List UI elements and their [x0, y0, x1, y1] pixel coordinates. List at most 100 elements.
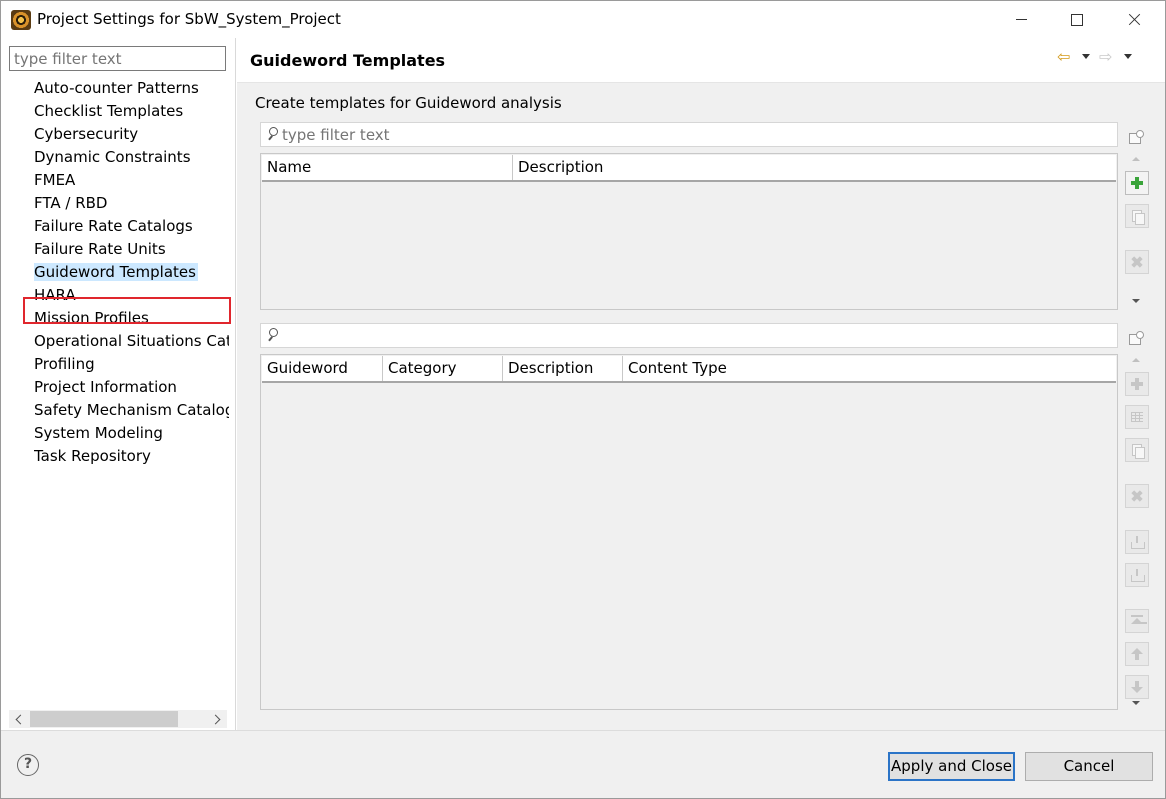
toolbar-scroll-up-icon[interactable]: [1132, 358, 1140, 362]
help-icon[interactable]: ?: [17, 754, 39, 776]
tree-item-task-repository[interactable]: Task Repository: [34, 445, 229, 467]
tree-item-dynamic-constraints[interactable]: Dynamic Constraints: [34, 146, 229, 168]
tree-item-label: Failure Rate Catalogs: [34, 217, 193, 235]
export-icon: [1131, 569, 1145, 582]
column-header-name[interactable]: Name: [262, 155, 513, 180]
tree-item-auto-counter-patterns[interactable]: Auto-counter Patterns: [34, 77, 229, 99]
import-icon: [1131, 536, 1145, 549]
tree-item-label: System Modeling: [34, 424, 163, 442]
add-multiple-guidewords-button[interactable]: [1125, 405, 1149, 429]
forward-dropdown-icon[interactable]: [1124, 54, 1132, 59]
window-title: Project Settings for SbW_System_Project: [37, 10, 341, 28]
column-header-content-type[interactable]: Content Type: [623, 356, 1116, 381]
tree-item-label: Profiling: [34, 355, 95, 373]
customize-table-icon[interactable]: [1128, 331, 1144, 345]
cancel-button[interactable]: Cancel: [1025, 752, 1153, 781]
guidewords-filter-input[interactable]: [282, 325, 1102, 346]
import-button[interactable]: [1125, 530, 1149, 554]
delete-template-button[interactable]: [1125, 250, 1149, 274]
tree-item-mission-profiles[interactable]: Mission Profiles: [34, 307, 229, 329]
back-dropdown-icon[interactable]: [1082, 54, 1090, 59]
scroll-thumb[interactable]: [30, 711, 178, 727]
preferences-tree: Auto-counter Patterns Checklist Template…: [1, 77, 231, 709]
title-bar: Project Settings for SbW_System_Project: [1, 1, 1165, 38]
customize-table-icon[interactable]: [1128, 130, 1144, 144]
move-up-button[interactable]: [1125, 642, 1149, 666]
apply-and-close-button[interactable]: Apply and Close: [888, 752, 1015, 781]
export-button[interactable]: [1125, 563, 1149, 587]
page-title: Guideword Templates: [250, 51, 446, 70]
settings-page: Guideword Templates ⇦ ⇨ Create templates…: [237, 38, 1165, 730]
close-button[interactable]: [1109, 1, 1161, 38]
templates-filter: [260, 122, 1118, 147]
tree-item-label: Checklist Templates: [34, 102, 184, 120]
tree-item-label: HARA: [34, 286, 76, 304]
tree-item-project-information[interactable]: Project Information: [34, 376, 229, 398]
tree-item-guideword-templates[interactable]: Guideword Templates: [34, 261, 229, 283]
guidewords-table-header: Guideword Category Description Content T…: [262, 356, 1116, 383]
copy-template-button[interactable]: [1125, 204, 1149, 228]
app-icon: [11, 10, 31, 30]
toolbar-scroll-down-icon[interactable]: [1132, 299, 1140, 303]
project-settings-window: Project Settings for SbW_System_Project …: [0, 0, 1166, 799]
add-guideword-button[interactable]: [1125, 372, 1149, 396]
tree-item-label: Safety Mechanism Catalog: [34, 401, 229, 419]
tree-item-fmea[interactable]: FMEA: [34, 169, 229, 191]
dialog-footer: ? Apply and Close Cancel: [1, 730, 1165, 798]
column-header-description[interactable]: Description: [513, 155, 1116, 180]
search-icon: [266, 127, 278, 141]
tree-item-label: Operational Situations Cata: [34, 332, 229, 350]
tree-item-profiling[interactable]: Profiling: [34, 353, 229, 375]
templates-table-header: Name Description: [262, 155, 1116, 182]
minimize-button[interactable]: [995, 1, 1047, 38]
templates-filter-input[interactable]: [282, 124, 1102, 145]
arrow-up-icon: [1131, 648, 1143, 660]
guidewords-filter: [260, 323, 1118, 348]
maximize-button[interactable]: [1051, 1, 1103, 38]
move-top-button[interactable]: [1125, 609, 1149, 633]
move-top-icon: [1131, 615, 1143, 627]
tree-item-label: Cybersecurity: [34, 125, 139, 143]
toolbar-scroll-down-icon[interactable]: [1132, 701, 1140, 705]
tree-item-cybersecurity[interactable]: Cybersecurity: [34, 123, 229, 145]
toolbar-scroll-up-icon[interactable]: [1132, 157, 1140, 161]
scroll-left-icon[interactable]: [9, 710, 29, 728]
sidebar-filter-input[interactable]: [9, 46, 226, 71]
sidebar-horizontal-scrollbar[interactable]: [9, 710, 227, 728]
delete-guideword-button[interactable]: [1125, 484, 1149, 508]
guidewords-table-body[interactable]: [262, 384, 1116, 708]
column-header-category[interactable]: Category: [383, 356, 503, 381]
tree-item-label: Auto-counter Patterns: [34, 79, 199, 97]
tree-item-failure-rate-units[interactable]: Failure Rate Units: [34, 238, 229, 260]
scroll-right-icon[interactable]: [207, 710, 227, 728]
templates-table-body[interactable]: [262, 183, 1116, 308]
page-header: Guideword Templates ⇦ ⇨: [237, 38, 1165, 83]
tree-item-operational-situations[interactable]: Operational Situations Cata: [34, 330, 229, 352]
tree-item-label: Guideword Templates: [34, 263, 198, 281]
column-header-description[interactable]: Description: [503, 356, 623, 381]
preferences-sidebar: Auto-counter Patterns Checklist Template…: [1, 38, 236, 730]
guidewords-table: Guideword Category Description Content T…: [260, 354, 1118, 710]
copy-icon: [1131, 210, 1145, 225]
back-arrow-icon[interactable]: ⇦: [1057, 49, 1075, 65]
tree-item-label: Task Repository: [34, 447, 151, 465]
delete-icon: [1131, 490, 1143, 502]
arrow-down-icon: [1131, 681, 1143, 693]
table-add-icon: [1131, 411, 1143, 423]
forward-arrow-icon[interactable]: ⇨: [1099, 49, 1117, 65]
copy-guideword-button[interactable]: [1125, 438, 1149, 462]
column-header-guideword[interactable]: Guideword: [262, 356, 383, 381]
tree-item-hara[interactable]: HARA: [34, 284, 229, 306]
tree-item-failure-rate-catalogs[interactable]: Failure Rate Catalogs: [34, 215, 229, 237]
tree-item-safety-mechanism-catalog[interactable]: Safety Mechanism Catalog: [34, 399, 229, 421]
move-down-button[interactable]: [1125, 675, 1149, 699]
tree-item-fta-rbd[interactable]: FTA / RBD: [34, 192, 229, 214]
add-template-button[interactable]: [1125, 171, 1149, 195]
tree-item-label: Failure Rate Units: [34, 240, 166, 258]
delete-icon: [1131, 256, 1143, 268]
tree-item-checklist-templates[interactable]: Checklist Templates: [34, 100, 229, 122]
tree-item-system-modeling[interactable]: System Modeling: [34, 422, 229, 444]
tree-item-label: FMEA: [34, 171, 76, 189]
copy-icon: [1131, 444, 1145, 459]
tree-item-label: Mission Profiles: [34, 309, 149, 327]
